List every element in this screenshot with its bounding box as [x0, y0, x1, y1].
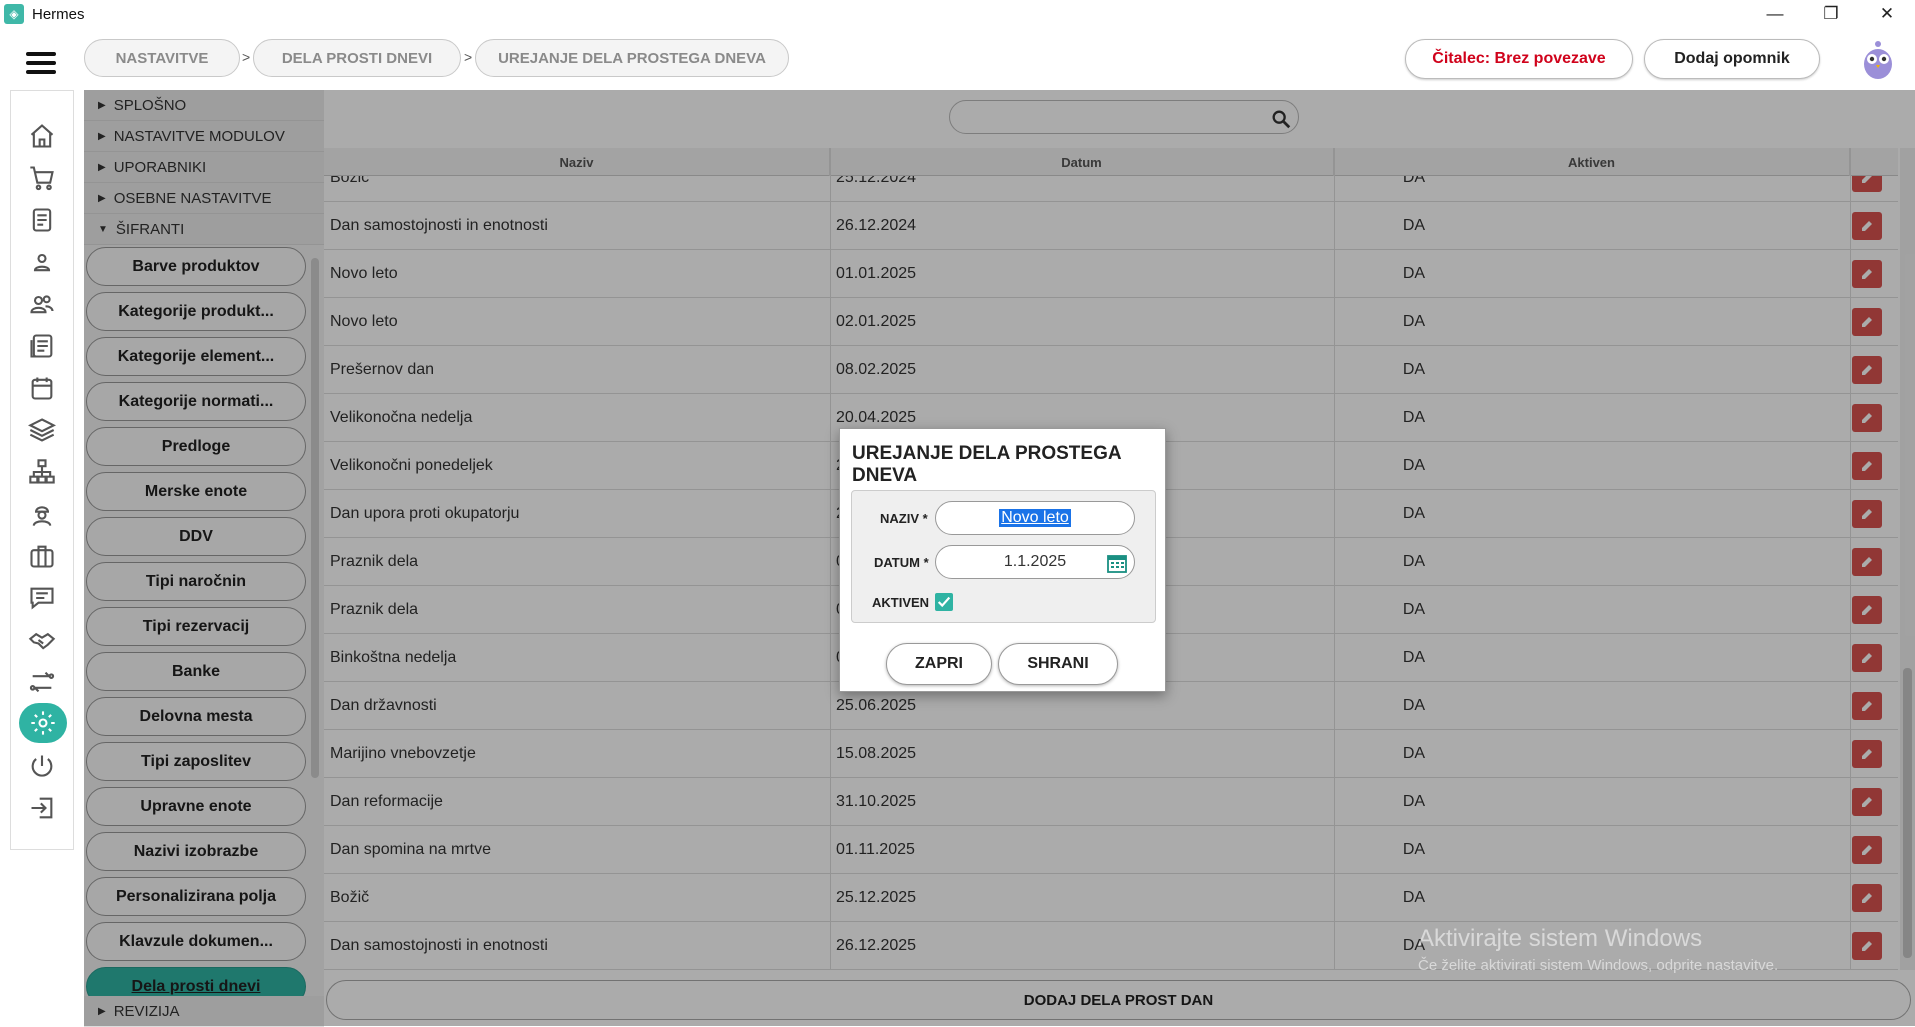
close-window-button[interactable]: ✕	[1859, 0, 1915, 28]
add-reminder-button[interactable]: Dodaj opomnik	[1644, 39, 1820, 79]
chat-icon[interactable]	[25, 581, 59, 615]
dialog-title: UREJANJE DELA PROSTEGA DNEVA	[852, 443, 1121, 486]
hamburger-menu-icon[interactable]	[26, 52, 56, 74]
naziv-label: NAZIV *	[880, 511, 928, 526]
home-icon[interactable]	[25, 119, 59, 153]
power-icon[interactable]	[25, 749, 59, 783]
handshake-icon[interactable]	[25, 623, 59, 657]
calendar-picker-icon[interactable]	[1106, 552, 1128, 574]
breadcrumb-urejanje[interactable]: UREJANJE DELA PROSTEGA DNEVA	[475, 39, 789, 77]
naziv-value: Novo leto	[999, 509, 1071, 527]
app-logo-icon: ◈	[4, 4, 24, 24]
datum-value: 1.1.2025	[1003, 553, 1067, 570]
breadcrumb-dela-prosti-dnevi[interactable]: DELA PROSTI DNEVI	[253, 39, 461, 77]
aktiven-checkbox[interactable]	[935, 593, 953, 611]
window-title: Hermes	[32, 5, 85, 23]
edit-holiday-dialog: UREJANJE DELA PROSTEGA DNEVA NAZIV * Nov…	[839, 428, 1166, 692]
users-icon[interactable]	[25, 287, 59, 321]
briefcase-icon[interactable]	[25, 539, 59, 573]
hierarchy-icon[interactable]	[25, 455, 59, 489]
user-icon[interactable]	[25, 245, 59, 279]
watermark-line2: Če želite aktivirati sistem Windows, odp…	[1418, 957, 1779, 974]
document-icon[interactable]	[25, 203, 59, 237]
minimize-button[interactable]: —	[1747, 0, 1803, 28]
top-navbar: NASTAVITVE > DELA PROSTI DNEVI > UREJANJ…	[0, 28, 1915, 90]
calendar-icon[interactable]	[25, 371, 59, 405]
owl-avatar-icon[interactable]	[1859, 38, 1897, 80]
icon-sidebar	[10, 90, 74, 850]
aktiven-label: AKTIVEN	[872, 595, 930, 610]
watermark-line1: Aktivirajte sistem Windows	[1418, 925, 1703, 952]
datum-label: DATUM *	[874, 555, 929, 570]
checkmark-icon	[937, 596, 951, 608]
close-dialog-button[interactable]: ZAPRI	[886, 643, 992, 685]
dialog-form: NAZIV * Novo leto DATUM * 1.1.2025 AKTIV…	[851, 490, 1156, 623]
gear-icon[interactable]	[19, 703, 67, 743]
save-button[interactable]: SHRANI	[998, 643, 1118, 685]
breadcrumb-separator: >	[242, 49, 251, 65]
layers-icon[interactable]	[25, 413, 59, 447]
transfer-icon[interactable]	[25, 665, 59, 699]
breadcrumb-nastavitve[interactable]: NASTAVITVE	[84, 39, 240, 77]
naziv-field[interactable]: Novo leto	[935, 501, 1135, 535]
restore-button[interactable]: ❐	[1803, 0, 1859, 28]
news-icon[interactable]	[25, 329, 59, 363]
card-reader-status-button[interactable]: Čitalec: Brez povezave	[1405, 39, 1633, 79]
logout-icon[interactable]	[25, 791, 59, 825]
cart-icon[interactable]	[25, 161, 59, 195]
breadcrumb-separator: >	[464, 49, 473, 65]
window-titlebar: ◈ Hermes — ❐ ✕	[0, 0, 1915, 28]
windows-activation-watermark: Aktivirajte sistem Windows Če želite akt…	[1418, 925, 1778, 974]
worker-icon[interactable]	[25, 497, 59, 531]
datum-field[interactable]: 1.1.2025	[935, 545, 1135, 579]
